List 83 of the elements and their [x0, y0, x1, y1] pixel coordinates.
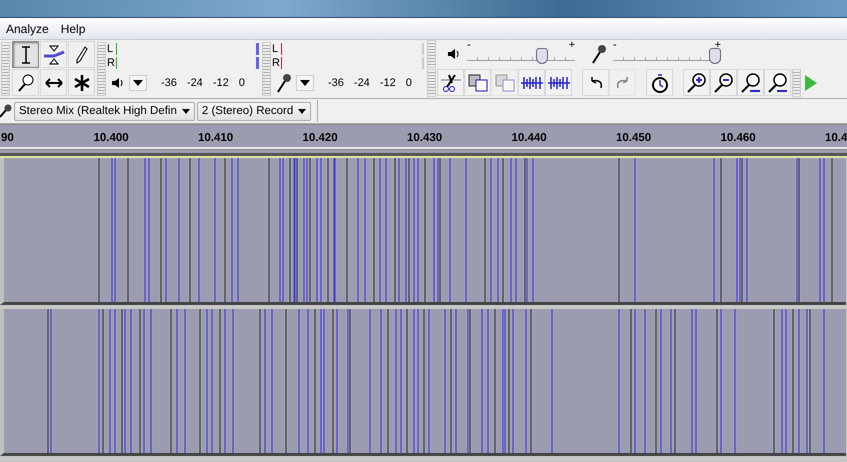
- ruler-label: 10.450: [616, 132, 652, 144]
- zoom-out-icon: [712, 72, 734, 92]
- zoom-tool-button[interactable]: [12, 69, 39, 96]
- ruler-label: 10.400: [94, 132, 129, 144]
- device-dropdown[interactable]: Stereo Mix (Realtek High Defin: [14, 102, 195, 120]
- undo-button[interactable]: [582, 69, 609, 96]
- meter-menu-button[interactable]: [129, 75, 147, 91]
- copy-button[interactable]: [464, 69, 491, 96]
- plus-sign: +: [714, 39, 721, 51]
- microphone-icon: [276, 73, 292, 93]
- clipboard-icon: [468, 74, 488, 92]
- menu-item[interactable]: Analyze: [0, 22, 55, 36]
- channel-label: L: [107, 42, 114, 54]
- envelope-tool-button[interactable]: [40, 41, 67, 68]
- meter-menu-button[interactable]: [296, 75, 314, 91]
- pencil-icon: [76, 46, 88, 64]
- redo-icon: [614, 76, 630, 90]
- envelope-icon: [42, 44, 64, 64]
- microphone-icon: [591, 44, 607, 64]
- ruler-label: 90: [1, 132, 14, 144]
- ruler-label: 10.430: [407, 132, 442, 144]
- toolbar-grip[interactable]: [427, 40, 436, 68]
- stopwatch-icon: [650, 72, 668, 92]
- device-dropdown[interactable]: 2 (Stereo) Record: [196, 102, 312, 120]
- ruler-label: 10.440: [512, 132, 547, 144]
- ruler-label: 10.460: [720, 132, 756, 144]
- channel-label: R: [272, 56, 281, 68]
- meter-scale-label: -24: [186, 77, 203, 89]
- caret-icon: [300, 80, 310, 86]
- minus-sign: -: [613, 39, 617, 51]
- fit-button[interactable]: [737, 69, 764, 96]
- meter-scale-label: 0: [406, 77, 412, 89]
- ruler-label: 10.4: [825, 132, 847, 144]
- scissors-icon: [440, 74, 460, 92]
- cut-button[interactable]: [437, 69, 464, 96]
- magnifier-icon: [18, 74, 34, 92]
- slider-thumb[interactable]: [709, 48, 721, 64]
- play-icon: [805, 74, 817, 90]
- toolbar-grip[interactable]: [792, 68, 801, 96]
- meter-scale-label: -36: [328, 77, 344, 89]
- meter-scale-label: -12: [212, 77, 229, 89]
- sync-button[interactable]: [646, 69, 673, 96]
- asterisk-icon: [74, 74, 90, 90]
- toolbar-grip[interactable]: [1, 42, 10, 96]
- double-arrow-icon: [44, 78, 62, 88]
- zoom-in-icon: [686, 72, 708, 92]
- timeshift-tool-button[interactable]: [40, 69, 67, 96]
- draw-tool-button[interactable]: [68, 41, 95, 68]
- toolbar-grip[interactable]: [97, 42, 106, 96]
- caret-icon: [298, 108, 306, 114]
- caret-icon: [133, 80, 143, 86]
- channel-label: R: [107, 56, 116, 68]
- timeline-ruler[interactable]: 90 10.400 10.410 10.420 10.430 10.440 10.450 10.460 10.4: [0, 124, 847, 156]
- magnifier-icon: [766, 72, 788, 92]
- trim-button[interactable]: [518, 69, 545, 96]
- zoom-in-button[interactable]: [683, 69, 710, 96]
- waveform-track[interactable]: [0, 158, 846, 305]
- meter-scale-label: 0: [238, 77, 245, 89]
- meter-scale-label: -36: [161, 77, 177, 89]
- select-tool-button[interactable]: [12, 41, 39, 68]
- microphone-icon: [0, 104, 12, 118]
- multi-tool-button[interactable]: [68, 69, 95, 96]
- slider-thumb[interactable]: [536, 48, 548, 64]
- plus-sign: +: [568, 39, 575, 51]
- speaker-icon: [447, 47, 461, 61]
- clipboard-icon: [494, 74, 514, 92]
- zoom-out-button[interactable]: [710, 69, 737, 96]
- silence-button[interactable]: [545, 69, 572, 96]
- caret-icon: [182, 108, 190, 114]
- i-beam-icon: [20, 46, 32, 64]
- minus-sign: -: [467, 39, 471, 51]
- channel-label: L: [272, 42, 280, 54]
- toolbar-grip[interactable]: [262, 42, 271, 96]
- meter-scale-label: -12: [380, 77, 396, 89]
- magnifier-icon: [740, 72, 762, 92]
- ruler-label: 10.410: [198, 132, 234, 144]
- menu-item[interactable]: Help: [54, 22, 92, 36]
- ruler-label: 10.420: [302, 132, 338, 144]
- toolbar-grip[interactable]: [427, 68, 436, 96]
- meter-scale-label: -24: [354, 77, 370, 89]
- speaker-icon: [111, 76, 125, 90]
- waveform-track[interactable]: [0, 309, 846, 456]
- fit-v-button[interactable]: [764, 69, 791, 96]
